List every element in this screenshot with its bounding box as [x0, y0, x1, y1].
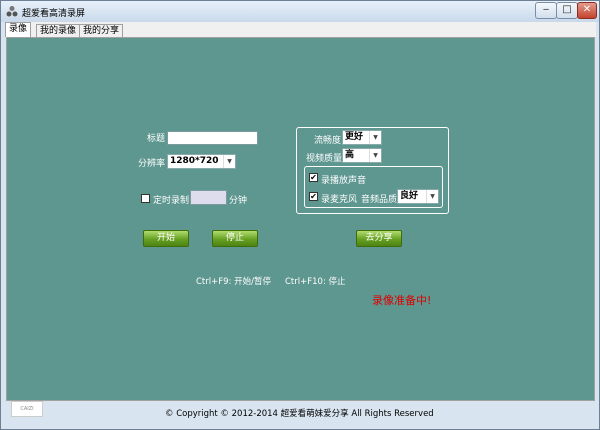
app-window: 超爱看高清录屏 ‒ □ ✕ 录像 我的录像 我的分享 标题 分辨率 1280*7… [0, 0, 600, 430]
record-mic-label: 录麦克风 [321, 195, 358, 205]
resolution-select[interactable]: 1280*720 ▼ [167, 154, 236, 169]
stop-button[interactable]: 停止 [212, 230, 258, 247]
fluency-select[interactable]: 更好 ▼ [342, 130, 382, 145]
checkmark-icon: ✔ [310, 173, 317, 182]
video-quality-select[interactable]: 高 ▼ [342, 148, 382, 163]
chevron-down-icon: ▼ [369, 149, 381, 162]
fluency-value: 更好 [345, 132, 364, 142]
audio-quality-label: 音频品质 [361, 195, 398, 205]
checkmark-icon: ✔ [310, 192, 317, 201]
audio-quality-select[interactable]: 良好 ▼ [397, 189, 439, 204]
hotkey-start-pause: Ctrl+F9: 开始/暂停 [196, 277, 271, 287]
tab-bar: 录像 我的录像 我的分享 [5, 22, 596, 37]
share-button[interactable]: 去分享 [356, 230, 402, 247]
title-bar[interactable]: 超爱看高清录屏 ‒ □ ✕ [1, 1, 599, 22]
resolution-label: 分辨率 [138, 159, 166, 169]
record-system-audio-checkbox[interactable]: ✔ [309, 173, 318, 182]
video-quality-label: 视频质量 [306, 154, 343, 164]
tab-my-shares[interactable]: 我的分享 [79, 24, 124, 37]
title-input[interactable] [167, 131, 258, 145]
chevron-down-icon: ▼ [426, 190, 438, 203]
start-button[interactable]: 开始 [143, 230, 189, 247]
status-message: 录像准备中! [372, 294, 432, 307]
resolution-value: 1280*720 [170, 156, 219, 166]
tab-record[interactable]: 录像 [5, 22, 32, 37]
timer-minutes-input[interactable] [190, 190, 227, 205]
footer-logo: CAIZI [11, 401, 43, 417]
timer-checkbox[interactable] [141, 194, 150, 203]
title-label: 标题 [147, 134, 166, 144]
video-quality-value: 高 [345, 150, 355, 160]
fluency-label: 流畅度 [314, 136, 342, 146]
timer-unit-label: 分钟 [229, 196, 248, 206]
record-panel: 标题 分辨率 1280*720 ▼ 定时录制 分钟 流畅度 更好 ▼ 视频质量 … [6, 37, 595, 401]
timer-label: 定时录制 [153, 196, 190, 206]
chevron-down-icon: ▼ [369, 131, 381, 144]
tab-my-recordings[interactable]: 我的录像 [36, 24, 81, 37]
audio-quality-value: 良好 [400, 191, 419, 201]
hotkey-stop: Ctrl+F10: 停止 [285, 277, 346, 287]
chevron-down-icon: ▼ [223, 155, 235, 168]
maximize-button[interactable]: □ [556, 2, 578, 19]
close-button[interactable]: ✕ [577, 2, 597, 19]
app-logo-icon [6, 6, 18, 17]
minimize-button[interactable]: ‒ [535, 2, 557, 19]
window-title: 超爱看高清录屏 [22, 9, 86, 19]
record-mic-checkbox[interactable]: ✔ [309, 192, 318, 201]
copyright-text: © Copyright © 2012-2014 超爱看萌妹爱分享 All Rig… [165, 409, 434, 419]
record-system-audio-label: 录播放声音 [321, 176, 367, 186]
